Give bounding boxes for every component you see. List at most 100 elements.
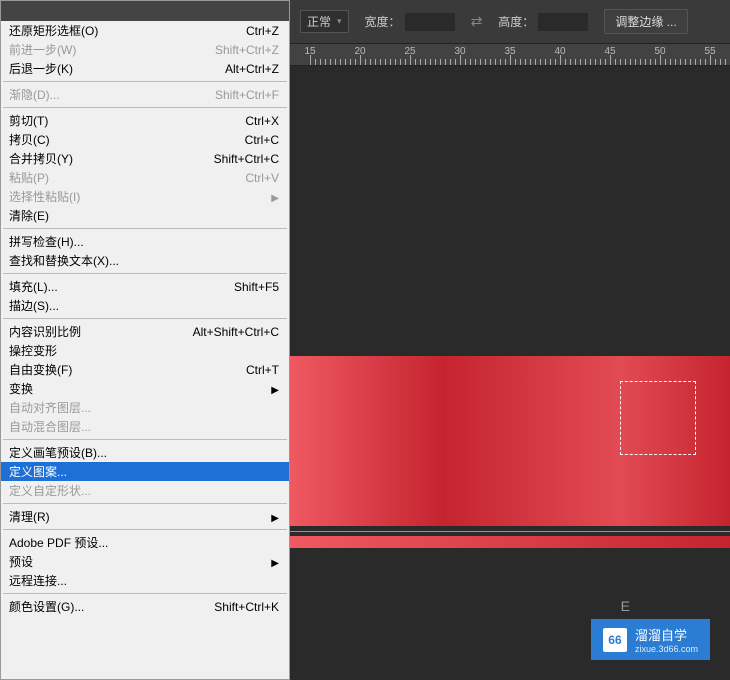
submenu-arrow-icon: ▶ — [271, 193, 279, 204]
ruler-tick — [495, 59, 496, 65]
menu-item[interactable]: 剪切(T)Ctrl+X — [1, 111, 289, 130]
menu-item-label: 前进一步(W) — [9, 41, 76, 58]
menu-item[interactable]: 变换▶ — [1, 379, 289, 398]
menu-item-label: 操控变形 — [9, 342, 57, 359]
menu-item[interactable]: 查找和替换文本(X)... — [1, 251, 289, 270]
menu-item-label: 自由变换(F) — [9, 361, 72, 378]
ruler-tick — [420, 59, 421, 65]
ruler-tick — [650, 59, 651, 65]
ruler-tick — [530, 59, 531, 65]
ruler-tick — [425, 59, 426, 65]
menu-item[interactable]: 后退一步(K)Alt+Ctrl+Z — [1, 59, 289, 78]
ruler-tick — [715, 59, 716, 65]
refine-edge-button[interactable]: 调整边缘 ... — [604, 9, 687, 34]
ruler-tick — [520, 59, 521, 65]
menu-item-label: 清理(R) — [9, 508, 50, 525]
blend-mode-select[interactable]: 正常 ▾ — [300, 10, 349, 33]
ruler-tick — [395, 59, 396, 65]
options-toolbar: 正常 ▾ 宽度： ⇄ 高度： 调整边缘 ... — [290, 0, 730, 44]
blend-mode-label: 正常 — [307, 13, 331, 30]
ruler-tick — [345, 59, 346, 65]
menu-item-shortcut: Ctrl+C — [245, 133, 279, 147]
canvas-area[interactable]: E ji 66 溜溜自学 zixue.3d66.com — [290, 66, 730, 680]
menu-item-label: 自动对齐图层... — [9, 399, 91, 416]
menu-item[interactable]: 定义画笔预设(B)... — [1, 443, 289, 462]
menu-item-label: 拷贝(C) — [9, 131, 50, 148]
menu-separator — [3, 318, 287, 319]
menu-item[interactable]: 填充(L)...Shift+F5 — [1, 277, 289, 296]
ruler-tick — [475, 59, 476, 65]
ruler-tick — [580, 59, 581, 65]
ruler-tick — [380, 59, 381, 65]
menu-item[interactable]: Adobe PDF 预设... — [1, 533, 289, 552]
menu-item-shortcut: Shift+Ctrl+C — [214, 152, 279, 166]
menu-item[interactable]: 自由变换(F) Ctrl+T — [1, 360, 289, 379]
menu-item-label: 渐隐(D)... — [9, 86, 60, 103]
ruler-tick — [350, 59, 351, 65]
ruler-tick — [555, 59, 556, 65]
ruler-tick — [710, 55, 711, 65]
ruler-tick — [605, 59, 606, 65]
menu-item-label: 清除(E) — [9, 207, 49, 224]
ruler-tick — [450, 59, 451, 65]
ruler-tick — [690, 59, 691, 65]
ruler-tick — [565, 59, 566, 65]
horizontal-ruler: 152025303540455055 — [290, 44, 730, 66]
ruler-tick — [685, 59, 686, 65]
ruler-tick — [575, 59, 576, 65]
menu-item-shortcut: Shift+F5 — [234, 280, 279, 294]
menu-item[interactable]: 内容识别比例Alt+Shift+Ctrl+C — [1, 322, 289, 341]
menu-separator — [3, 228, 287, 229]
menu-item[interactable]: 描边(S)... — [1, 296, 289, 315]
menu-item-label: 变换 — [9, 380, 33, 397]
menu-item[interactable]: 还原矩形选框(O)Ctrl+Z — [1, 21, 289, 40]
ruler-tick — [365, 59, 366, 65]
menu-item[interactable]: 预设▶ — [1, 552, 289, 571]
ruler-tick — [550, 59, 551, 65]
chevron-down-icon: ▾ — [337, 16, 342, 27]
menu-item-shortcut: Shift+Ctrl+F — [215, 88, 279, 102]
menu-item: 定义自定形状... — [1, 481, 289, 500]
menu-item-shortcut: Ctrl+T — [246, 363, 279, 377]
ruler-tick — [460, 55, 461, 65]
ruler-tick — [440, 59, 441, 65]
menu-item[interactable]: 拼写检查(H)... — [1, 232, 289, 251]
menu-separator — [3, 593, 287, 594]
menu-item[interactable]: 远程连接... — [1, 571, 289, 590]
menu-item[interactable]: 清理(R) ▶ — [1, 507, 289, 526]
height-input[interactable] — [538, 13, 588, 31]
menu-item-shortcut: Ctrl+Z — [246, 24, 279, 38]
watermark-hint-1: E — [621, 598, 630, 614]
ruler-tick — [510, 55, 511, 65]
ruler-tick — [325, 59, 326, 65]
swap-dimensions-icon[interactable]: ⇄ — [471, 13, 483, 30]
menu-item[interactable]: 操控变形 — [1, 341, 289, 360]
ruler-tick — [545, 59, 546, 65]
menu-item: 选择性粘贴(I) ▶ — [1, 187, 289, 206]
menu-item[interactable]: 合并拷贝(Y)Shift+Ctrl+C — [1, 149, 289, 168]
ruler-tick — [720, 59, 721, 65]
ruler-tick — [585, 59, 586, 65]
menu-item-label: 选择性粘贴(I) — [9, 188, 80, 205]
menu-item-label: 剪切(T) — [9, 112, 48, 129]
menu-item[interactable]: 定义图案... — [1, 462, 289, 481]
watermark-logo-icon: 66 — [603, 628, 627, 652]
menu-item[interactable]: 颜色设置(G)...Shift+Ctrl+K — [1, 597, 289, 616]
ruler-tick — [400, 59, 401, 65]
ruler-tick — [415, 59, 416, 65]
ruler-tick — [695, 59, 696, 65]
watermark-url: zixue.3d66.com — [635, 644, 698, 654]
menu-item[interactable]: 清除(E) — [1, 206, 289, 225]
height-label: 高度： — [498, 13, 534, 30]
menu-item-label: 拼写检查(H)... — [9, 233, 84, 250]
menu-item-label: 远程连接... — [9, 572, 67, 589]
watermark-badge: 66 溜溜自学 zixue.3d66.com — [591, 619, 710, 660]
menu-item-shortcut: ▶ — [267, 510, 279, 524]
watermark-brand: 溜溜自学 — [635, 625, 698, 644]
width-input[interactable] — [405, 13, 455, 31]
width-control: 宽度： — [365, 13, 455, 31]
menu-item-label: 定义画笔预设(B)... — [9, 444, 107, 461]
ruler-tick — [700, 59, 701, 65]
menu-item[interactable]: 拷贝(C) Ctrl+C — [1, 130, 289, 149]
marquee-selection[interactable] — [620, 381, 696, 455]
